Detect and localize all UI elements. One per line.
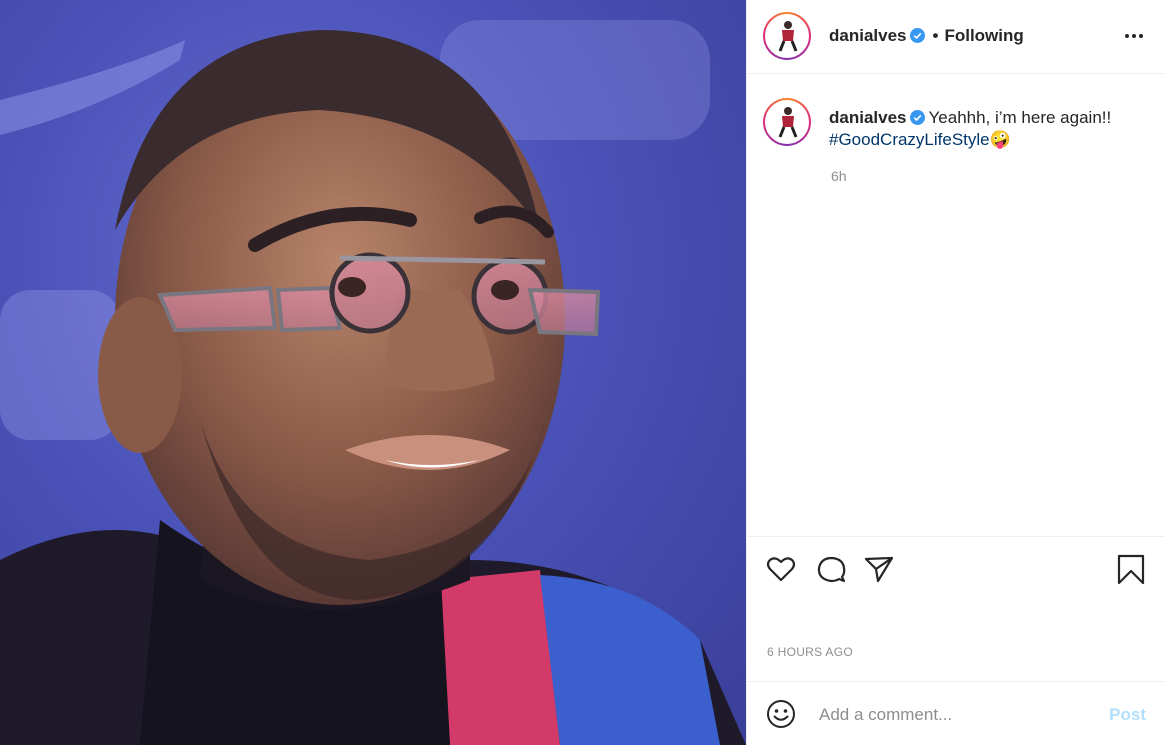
bookmark-icon[interactable] [1115, 553, 1147, 585]
caption-username[interactable]: danialves [829, 108, 907, 127]
author-username[interactable]: danialves [829, 26, 907, 45]
caption-text: danialves Yeahhh, i’m here again!! #GoodCr… [829, 107, 1149, 151]
verified-badge-icon [909, 28, 925, 43]
caption-avatar[interactable] [763, 98, 811, 146]
comment-bubble-icon[interactable] [815, 553, 847, 585]
caption-timestamp[interactable]: 6h [831, 168, 847, 184]
post-date[interactable]: 6 HOURS AGO [767, 645, 853, 659]
caption-emoji: 🤪 [989, 130, 1011, 149]
portrait-illustration [0, 20, 746, 745]
author-avatar[interactable] [763, 12, 811, 60]
following-button[interactable]: Following [944, 26, 1023, 45]
caption-body: Yeahhh, i’m here again!! [928, 108, 1112, 127]
avatar-figure-icon [778, 21, 798, 52]
header-meta: danialves • Following [829, 26, 1024, 46]
verified-badge-icon [909, 110, 925, 125]
post-photo[interactable] [0, 0, 746, 745]
header-separator: • [932, 26, 939, 45]
hashtag-link[interactable]: #GoodCrazyLifeStyle [829, 130, 990, 149]
post-sidebar: danialves • Following danialves Yeahhh, … [746, 0, 1164, 745]
instagram-post: danialves • Following danialves Yeahhh, … [0, 0, 1164, 745]
post-header: danialves • Following [747, 0, 1164, 74]
comment-bar: Post [747, 681, 1164, 746]
heart-icon[interactable] [765, 553, 797, 585]
comment-input[interactable] [817, 700, 1091, 730]
paper-plane-icon[interactable] [863, 553, 895, 585]
smiley-icon[interactable] [765, 698, 797, 730]
post-comment-button[interactable]: Post [1109, 705, 1146, 725]
avatar-figure-icon [778, 107, 798, 138]
action-bar [747, 536, 1164, 605]
more-options-icon[interactable] [1122, 26, 1146, 46]
